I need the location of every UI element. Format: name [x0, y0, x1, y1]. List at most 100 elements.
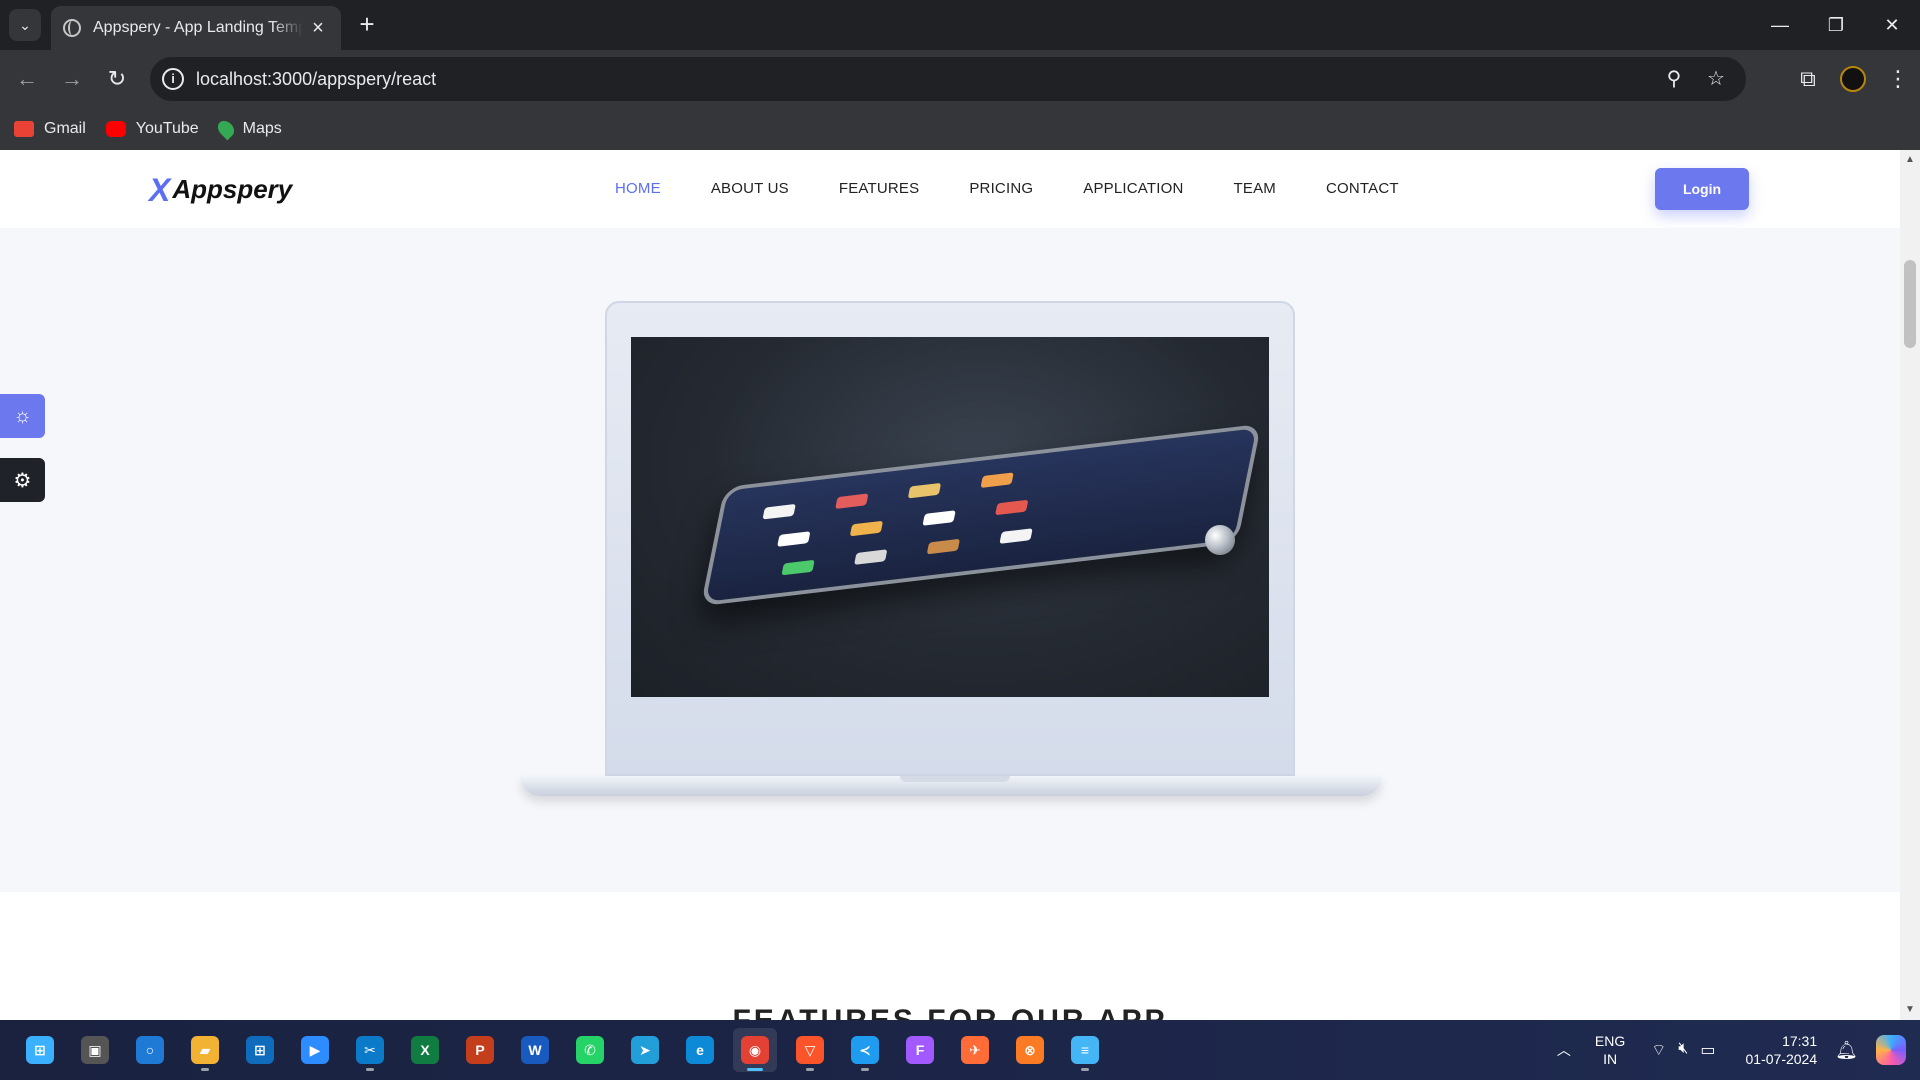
wifi-icon[interactable]: ⌔ [1651, 1040, 1666, 1060]
new-tab-button[interactable]: + [352, 10, 382, 40]
taskbar-chrome-button[interactable]: ◉ [733, 1028, 777, 1072]
address-bar[interactable]: i localhost:3000/appspery/react ⚲ ☆ [150, 57, 1746, 101]
tray-icons: ⌔ 🔇︎ ▭ [1651, 1040, 1715, 1060]
app-tile [835, 493, 869, 509]
task-view-icon: ▣ [81, 1036, 109, 1064]
site-info-icon[interactable]: i [162, 68, 184, 90]
nav-about-us[interactable]: ABOUT US [711, 180, 789, 197]
forward-arrow-icon[interactable]: → [55, 62, 89, 96]
taskbar-brave-button[interactable]: ▽ [788, 1028, 832, 1072]
clock-time: 17:31 [1782, 1033, 1818, 1049]
figma-icon: F [906, 1036, 934, 1064]
scroll-thumb[interactable] [1904, 260, 1916, 348]
tab-search-button[interactable]: ⌄ [9, 9, 41, 41]
clock[interactable]: 17:31 01-07-2024 [1746, 1032, 1818, 1068]
taskbar-store-button[interactable]: ⊞ [238, 1028, 282, 1072]
taskbar-snipping-button[interactable]: ✂ [348, 1028, 392, 1072]
taskbar-file-explorer-button[interactable]: ▰ [183, 1028, 227, 1072]
notification-bell-icon[interactable]: 🔔︎ [1835, 1040, 1858, 1061]
minimize-icon[interactable]: — [1752, 0, 1808, 50]
bookmark-label: Gmail [44, 120, 86, 137]
maps-pin-icon [214, 117, 237, 141]
copilot-icon[interactable] [1876, 1035, 1906, 1065]
edge-icon: e [686, 1036, 714, 1064]
taskbar-whatsapp-button[interactable]: ✆ [568, 1028, 612, 1072]
snipping-icon: ✂ [356, 1036, 384, 1064]
brave-icon: ▽ [796, 1036, 824, 1064]
taskbar-start-button[interactable]: ⊞ [18, 1028, 62, 1072]
page-scrollbar[interactable]: ▲ ▼ [1900, 150, 1920, 1020]
nav-application[interactable]: APPLICATION [1083, 180, 1183, 197]
profile-avatar[interactable] [1840, 66, 1866, 92]
running-indicator [806, 1068, 814, 1071]
bookmark-gmail[interactable]: Gmail [14, 120, 86, 138]
app-tile [980, 472, 1014, 488]
close-window-icon[interactable]: ✕ [1864, 0, 1920, 50]
scroll-up-arrow-icon[interactable]: ▲ [1900, 150, 1920, 170]
zoom-icon: ▶ [301, 1036, 329, 1064]
chevron-up-icon[interactable]: ︿ [1549, 1040, 1579, 1060]
nav-features[interactable]: FEATURES [839, 180, 920, 197]
whatsapp-icon: ✆ [576, 1036, 604, 1064]
nav-team[interactable]: TEAM [1234, 180, 1276, 197]
login-button[interactable]: Login [1655, 168, 1749, 210]
settings-button[interactable]: ⚙ [0, 458, 45, 502]
taskbar-excel-button[interactable]: X [403, 1028, 447, 1072]
reload-icon[interactable]: ↻ [100, 62, 134, 96]
nav-pricing[interactable]: PRICING [969, 180, 1033, 197]
app-tile [854, 549, 888, 565]
telegram-icon: ➤ [631, 1036, 659, 1064]
vscode-icon: ≺ [851, 1036, 879, 1064]
extensions-icon[interactable]: ⧉ [1786, 57, 1830, 101]
nav-home[interactable]: HOME [615, 180, 661, 197]
features-section: FEATURES FOR OUR APP [0, 892, 1900, 1020]
chrome-icon: ◉ [741, 1036, 769, 1064]
taskbar-notepad-button[interactable]: ≡ [1063, 1028, 1107, 1072]
zoom-icon[interactable]: ⚲ [1660, 65, 1688, 93]
bookmark-label: Maps [242, 120, 282, 137]
site-logo[interactable]: X Appspery [149, 174, 293, 206]
app-tile [995, 499, 1029, 516]
scroll-down-arrow-icon[interactable]: ▼ [1900, 1000, 1920, 1020]
close-tab-icon[interactable]: × [307, 17, 329, 40]
app-tile [777, 531, 811, 547]
taskbar-postman-button[interactable]: ✈ [953, 1028, 997, 1072]
taskbar-figma-button[interactable]: F [898, 1028, 942, 1072]
battery-icon[interactable]: ▭ [1700, 1040, 1715, 1060]
app-tile [781, 559, 815, 576]
taskbar-xampp-button[interactable]: ⊗ [1008, 1028, 1052, 1072]
bookmark-maps[interactable]: Maps [214, 117, 282, 141]
taskbar-word-button[interactable]: W [513, 1028, 557, 1072]
bookmark-star-icon[interactable]: ☆ [1702, 65, 1730, 93]
taskbar-telegram-button[interactable]: ➤ [623, 1028, 667, 1072]
powerpoint-icon: P [466, 1036, 494, 1064]
stylus-ball [1205, 525, 1235, 555]
taskbar-task-view-button[interactable]: ▣ [73, 1028, 117, 1072]
back-arrow-icon[interactable]: ← [10, 62, 44, 96]
browser-tab-bar: ⌄ Appspery - App Landing Template × + — … [0, 0, 1920, 50]
laptop-notch [900, 776, 1010, 782]
menu-kebab-icon[interactable]: ⋮ [1876, 57, 1920, 101]
theme-toggle-button[interactable]: ☼ [0, 394, 45, 438]
taskbar-cortana-button[interactable]: ○ [128, 1028, 172, 1072]
browser-tab[interactable]: Appspery - App Landing Template × [51, 6, 341, 50]
bookmark-youtube[interactable]: YouTube [105, 120, 199, 138]
app-tile [762, 503, 796, 520]
taskbar-powerpoint-button[interactable]: P [458, 1028, 502, 1072]
nav-contact[interactable]: CONTACT [1326, 180, 1399, 197]
logo-text: Appspery [172, 174, 293, 204]
start-icon: ⊞ [26, 1036, 54, 1064]
bookmark-label: YouTube [135, 120, 199, 137]
taskbar-edge-button[interactable]: e [678, 1028, 722, 1072]
running-indicator [366, 1068, 374, 1071]
lang-code: ENG [1594, 1033, 1626, 1049]
restore-icon[interactable]: ❐ [1808, 0, 1864, 50]
chevron-down-icon: ⌄ [19, 16, 31, 33]
volume-muted-icon[interactable]: 🔇︎ [1678, 1040, 1688, 1060]
taskbar-vscode-button[interactable]: ≺ [843, 1028, 887, 1072]
clock-date: 01-07-2024 [1745, 1051, 1818, 1067]
xampp-icon: ⊗ [1016, 1036, 1044, 1064]
language-indicator[interactable]: ENG IN [1595, 1032, 1625, 1068]
store-icon: ⊞ [246, 1036, 274, 1064]
taskbar-zoom-button[interactable]: ▶ [293, 1028, 337, 1072]
